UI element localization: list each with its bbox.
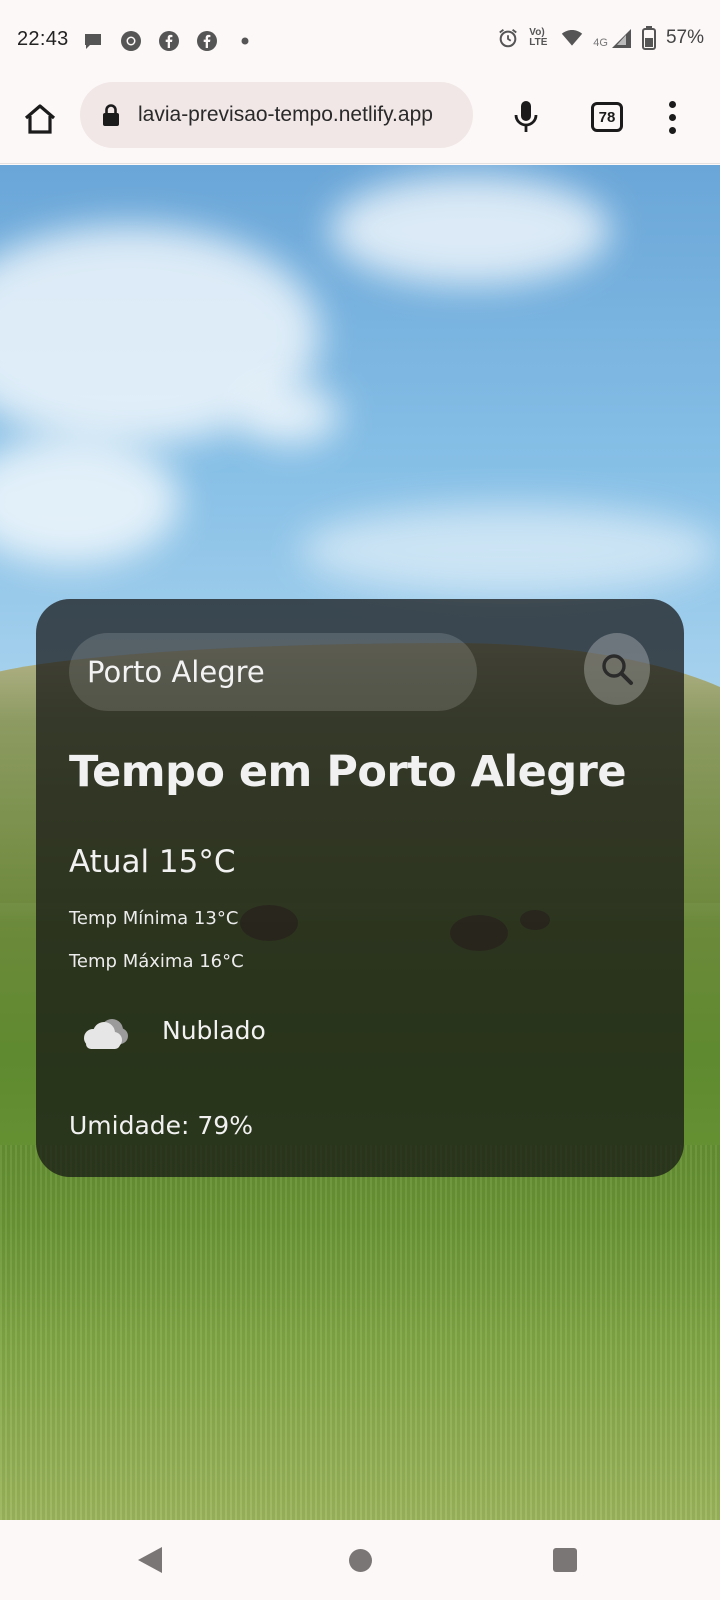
signal-icon	[610, 27, 632, 49]
notification-icons	[82, 30, 256, 52]
chrome-icon	[120, 30, 142, 52]
network-type: 4G	[593, 37, 608, 49]
chat-bubble-icon	[82, 30, 104, 52]
back-button[interactable]	[138, 1547, 162, 1573]
lock-icon	[102, 102, 124, 128]
background-cloud	[240, 385, 340, 445]
city-search-input[interactable]	[69, 633, 477, 711]
background-grass	[0, 1145, 720, 1520]
search-button[interactable]	[584, 633, 650, 705]
url-bar[interactable]: lavia-previsao-tempo.netlify.app	[80, 82, 473, 148]
facebook-icon	[196, 30, 218, 52]
battery-level: 57%	[665, 27, 704, 48]
home-button[interactable]	[20, 99, 60, 139]
weather-title: Tempo em Porto Alegre	[69, 747, 626, 797]
current-temperature: Atual 15°C	[69, 844, 236, 880]
background-cloud	[330, 175, 610, 285]
background-cloud	[300, 505, 720, 595]
browser-toolbar: lavia-previsao-tempo.netlify.app 78	[0, 82, 720, 164]
voice-search-button[interactable]	[506, 97, 546, 137]
background-cloud	[0, 435, 180, 565]
url-text: lavia-previsao-tempo.netlify.app	[138, 103, 433, 126]
menu-dot	[668, 126, 676, 134]
tab-switcher-button[interactable]: 78	[591, 102, 623, 132]
home-icon	[24, 104, 56, 134]
max-temperature: Temp Máxima 16°C	[69, 951, 244, 972]
alarm-icon	[497, 27, 519, 49]
status-bar: 22:43 Vo) LTE 4G 57%	[0, 0, 720, 82]
system-icons: Vo) LTE 4G 57%	[497, 26, 704, 50]
overflow-menu-button[interactable]	[660, 97, 684, 137]
navigation-bar	[0, 1520, 720, 1600]
menu-dot	[668, 100, 676, 108]
wifi-icon	[561, 27, 583, 49]
recent-apps-button[interactable]	[553, 1548, 577, 1572]
volte-icon: Vo) LTE	[529, 27, 548, 48]
dot-icon	[234, 30, 256, 52]
search-icon	[602, 654, 633, 685]
weather-condition: Nublado	[162, 1016, 266, 1045]
microphone-icon	[514, 101, 538, 132]
home-nav-button[interactable]	[349, 1549, 372, 1572]
menu-dot	[668, 113, 676, 121]
status-time: 22:43	[17, 28, 69, 50]
weather-card: Tempo em Porto Alegre Atual 15°C Temp Mí…	[36, 599, 684, 1177]
humidity: Umidade: 79%	[69, 1111, 253, 1140]
min-temperature: Temp Mínima 13°C	[69, 908, 239, 929]
facebook-icon	[158, 30, 180, 52]
battery-icon	[641, 26, 656, 50]
cloud-icon	[76, 1014, 132, 1054]
